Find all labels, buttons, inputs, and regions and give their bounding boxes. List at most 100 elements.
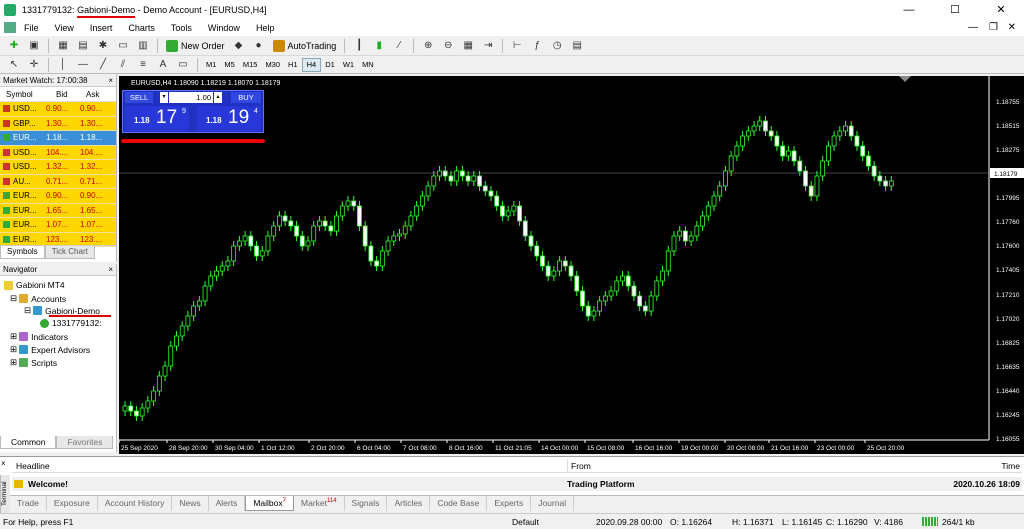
terminal-tab-exposure[interactable]: Exposure — [47, 496, 98, 511]
tab-tick-chart[interactable]: Tick Chart — [44, 246, 95, 259]
timeframe-m5[interactable]: M5 — [220, 58, 238, 72]
market-watch-row[interactable]: USD... 0.90... 0.90... — [0, 102, 116, 117]
templates-icon[interactable]: ▤ — [569, 39, 585, 53]
menu-window[interactable]: Window — [200, 23, 248, 33]
terminal-tab-trade[interactable]: Trade — [10, 496, 47, 511]
terminal-tab-alerts[interactable]: Alerts — [209, 496, 246, 511]
column-from[interactable]: From — [567, 458, 591, 473]
mailbox-row[interactable]: Welcome! Trading Platform 2020.10.26 18:… — [12, 477, 1022, 491]
terminal-tab-journal[interactable]: Journal — [531, 496, 575, 511]
bar-chart-icon[interactable]: ┃ — [351, 39, 367, 53]
data-window-icon[interactable]: ▤ — [75, 39, 91, 53]
timeframe-h4[interactable]: H4 — [301, 57, 322, 72]
metaeditor-icon[interactable]: ◆ — [231, 39, 247, 53]
periods-icon[interactable]: ◷ — [549, 39, 565, 53]
column-bid[interactable]: Bid — [46, 90, 80, 99]
terminal-icon[interactable]: ▭ — [115, 39, 131, 53]
maximize-button[interactable]: ☐ — [932, 0, 978, 19]
column-headline[interactable]: Headline — [16, 461, 50, 471]
new-chart-icon[interactable]: ✚ — [6, 39, 22, 53]
menu-help[interactable]: Help — [248, 23, 283, 33]
sell-button[interactable]: SELL — [125, 92, 153, 103]
terminal-tab-account-history[interactable]: Account History — [98, 496, 173, 511]
navigator-experts[interactable]: ⊞ Expert Advisors — [10, 344, 90, 355]
terminal-tab-mailbox[interactable]: Mailbox7 — [245, 496, 294, 511]
close-button[interactable]: ✕ — [978, 0, 1024, 19]
text-icon[interactable]: A — [155, 58, 171, 72]
tile-windows-icon[interactable]: ▦ — [460, 39, 476, 53]
strategy-tester-icon[interactable]: ▥ — [135, 39, 151, 53]
candlestick-icon[interactable]: ▮ — [371, 39, 387, 53]
terminal-tab-signals[interactable]: Signals — [345, 496, 388, 511]
zoom-out-icon[interactable]: ⊖ — [440, 39, 456, 53]
navigator-root[interactable]: Gabioni MT4 — [4, 280, 65, 290]
column-time[interactable]: Time — [1001, 461, 1020, 471]
lot-up-button[interactable]: ▴ — [214, 92, 222, 103]
terminal-tab-market[interactable]: Market114 — [294, 496, 345, 511]
child-restore-button[interactable]: ❐ — [989, 22, 998, 33]
lot-size-input[interactable]: 1.00 — [169, 92, 213, 103]
menu-charts[interactable]: Charts — [120, 23, 163, 33]
line-chart-icon[interactable]: ∕ — [391, 39, 407, 53]
chart-shift-icon[interactable]: ⊢ — [509, 39, 525, 53]
terminal-tab-code-base[interactable]: Code Base — [430, 496, 488, 511]
market-watch-row[interactable]: EUR... 1.18... 1.18... — [0, 131, 116, 146]
cursor-icon[interactable]: ↖ — [6, 58, 22, 72]
market-watch-row[interactable]: EUR... 1.07... 1.07... — [0, 218, 116, 233]
navigator-close-button[interactable]: × — [108, 265, 113, 274]
navigator-scripts[interactable]: ⊞ Scripts — [10, 357, 57, 368]
market-watch-row[interactable]: GBP... 1.30... 1.30... — [0, 116, 116, 131]
timeframe-mn[interactable]: MN — [358, 58, 378, 72]
trendline-icon[interactable]: ╱ — [95, 58, 111, 72]
timeframe-w1[interactable]: W1 — [339, 58, 358, 72]
terminal-side-label[interactable]: Terminal — [0, 475, 10, 513]
tab-symbols[interactable]: Symbols — [0, 246, 45, 259]
timeframe-m15[interactable]: M15 — [239, 58, 262, 72]
navigator-icon[interactable]: ✱ — [95, 39, 111, 53]
timeframe-m1[interactable]: M1 — [202, 58, 220, 72]
market-watch-close-button[interactable]: × — [108, 76, 113, 85]
terminal-tab-articles[interactable]: Articles — [387, 496, 431, 511]
column-ask[interactable]: Ask — [80, 90, 110, 99]
profiles-icon[interactable]: ▣ — [26, 39, 42, 53]
vertical-line-icon[interactable]: │ — [55, 58, 71, 72]
market-watch-row[interactable]: USD... 1.32... 1.32... — [0, 160, 116, 175]
navigator-indicators[interactable]: ⊞ Indicators — [10, 331, 68, 342]
column-symbol[interactable]: Symbol — [0, 90, 46, 99]
label-icon[interactable]: ▭ — [175, 58, 191, 72]
channel-icon[interactable]: ⫽ — [115, 58, 131, 72]
indicators-icon[interactable]: ƒ — [529, 39, 545, 53]
chart-window[interactable]: EURUSD,H4 1.18090 1.18219 1.18070 1.1817… — [119, 76, 1024, 454]
buy-button[interactable]: BUY — [231, 92, 261, 103]
market-watch-row[interactable]: EUR... 0.90... 0.90... — [0, 189, 116, 204]
market-watch-row[interactable]: EUR... 1.65... 1.65... — [0, 203, 116, 218]
sell-price-button[interactable]: 1.18 17 9 — [125, 106, 189, 131]
market-watch-row[interactable]: USD... 104.... 104.... — [0, 145, 116, 160]
timeframe-d1[interactable]: D1 — [321, 58, 339, 72]
market-watch-icon[interactable]: ▦ — [55, 39, 71, 53]
minimize-button[interactable]: — — [886, 0, 932, 19]
options-icon[interactable]: ● — [251, 39, 267, 53]
horizontal-line-icon[interactable]: — — [75, 58, 91, 72]
autoscroll-icon[interactable]: ⇥ — [480, 39, 496, 53]
terminal-close-icon[interactable]: × — [1, 460, 9, 468]
child-close-button[interactable]: ✕ — [1008, 22, 1016, 33]
chart-shift-marker[interactable] — [899, 76, 911, 82]
navigator-account-item[interactable]: 1331779132: — [40, 318, 102, 328]
timeframe-h1[interactable]: H1 — [284, 58, 302, 72]
child-minimize-button[interactable]: — — [968, 22, 978, 33]
tab-common[interactable]: Common — [0, 436, 57, 449]
zoom-in-icon[interactable]: ⊕ — [420, 39, 436, 53]
menu-insert[interactable]: Insert — [82, 23, 121, 33]
new-order-button[interactable]: New Order — [166, 39, 225, 52]
tab-favorites[interactable]: Favorites — [56, 436, 114, 449]
menu-view[interactable]: View — [47, 23, 82, 33]
terminal-tab-news[interactable]: News — [172, 496, 209, 511]
timeframe-m30[interactable]: M30 — [261, 58, 284, 72]
autotrading-button[interactable]: AutoTrading — [272, 39, 336, 52]
menu-file[interactable]: File — [16, 23, 47, 33]
buy-price-button[interactable]: 1.18 19 4 — [197, 106, 261, 131]
market-watch-row[interactable]: AU... 0.71... 0.71... — [0, 174, 116, 189]
terminal-tab-experts[interactable]: Experts — [487, 496, 532, 511]
fibonacci-icon[interactable]: ≡ — [135, 58, 151, 72]
